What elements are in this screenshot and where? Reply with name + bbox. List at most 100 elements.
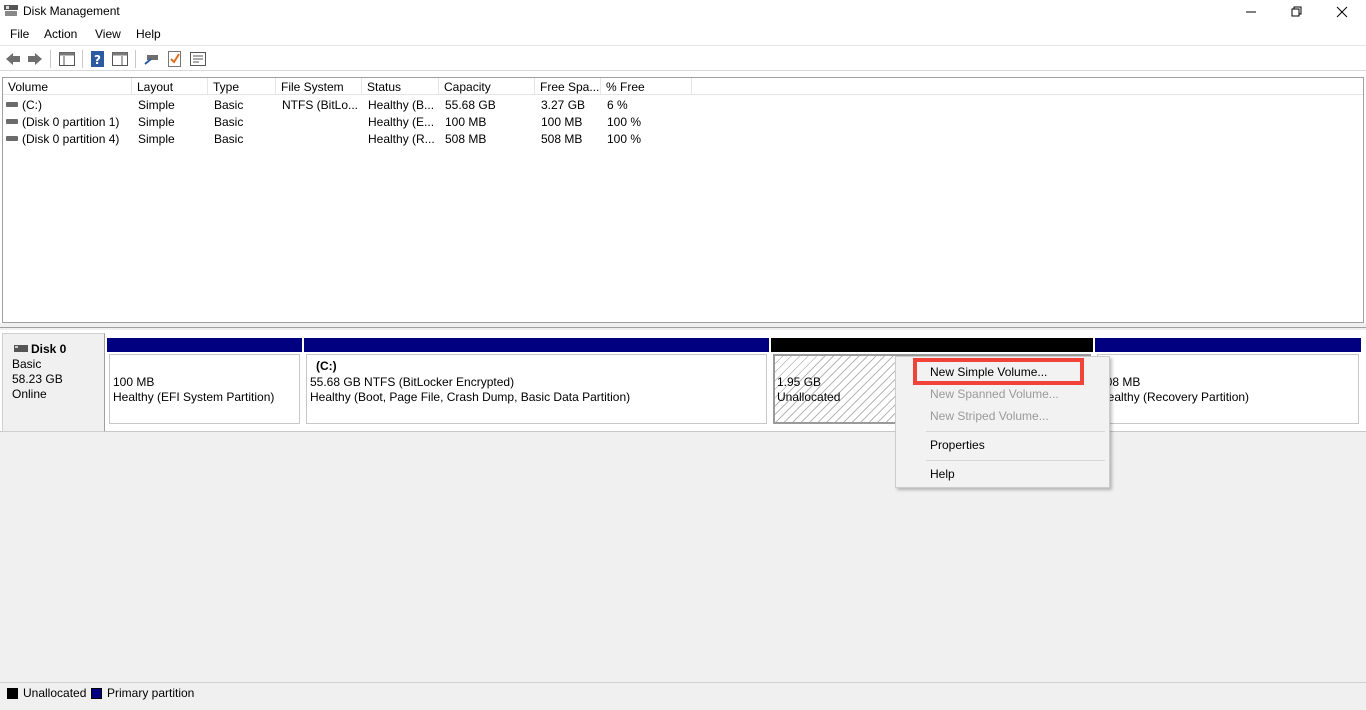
column-header-layout[interactable]: Layout xyxy=(132,78,208,95)
action-pane-icon xyxy=(112,52,128,66)
column-header-status[interactable]: Status xyxy=(362,78,439,95)
volume-status: Healthy (R... xyxy=(368,132,435,146)
unallocated-bar xyxy=(771,338,1093,352)
drive-icon xyxy=(6,119,18,124)
volume-percent-free: 100 % xyxy=(607,132,642,146)
help-button[interactable]: ? xyxy=(89,51,107,67)
forward-button[interactable] xyxy=(26,51,44,67)
volume-status: Healthy (B... xyxy=(368,98,435,112)
partition-status: Healthy (Recovery Partition) xyxy=(1099,390,1250,404)
volume-percent-free: 6 % xyxy=(607,98,628,112)
volume-capacity: 100 MB xyxy=(445,115,487,129)
menu-separator xyxy=(926,460,1105,461)
column-header-volume[interactable]: Volume xyxy=(3,78,132,95)
volume-type: Basic xyxy=(214,132,244,146)
disk-size: 58.23 GB xyxy=(12,372,63,386)
title-bar: Disk Management xyxy=(0,0,1366,24)
close-icon xyxy=(1336,6,1348,18)
connect-icon xyxy=(144,55,158,65)
restore-icon xyxy=(1291,6,1302,17)
legend-label-primary-partition: Primary partition xyxy=(107,686,195,700)
primary-partition-bar xyxy=(304,338,769,352)
disk-state: Online xyxy=(12,387,47,401)
column-header-capacity[interactable]: Capacity xyxy=(439,78,535,95)
volume-capacity: 508 MB xyxy=(445,132,487,146)
primary-partition-bar xyxy=(107,338,302,352)
volume-layout: Simple xyxy=(138,98,175,112)
volume-status: Healthy (E... xyxy=(368,115,435,129)
volume-row[interactable]: (Disk 0 partition 1) Simple Basic Health… xyxy=(3,113,1363,130)
menu-item-new-striped-volume[interactable]: New Striped Volume... xyxy=(930,409,1049,423)
legend: Unallocated Primary partition xyxy=(0,682,1366,703)
partition-recovery[interactable]: 508 MB Healthy (Recovery Partition) xyxy=(1095,338,1361,426)
volume-free-space: 100 MB xyxy=(541,115,583,129)
volume-file-system: NTFS (BitLo... xyxy=(282,98,359,112)
volume-free-space: 508 MB xyxy=(541,132,583,146)
partition-c-drive[interactable]: (C:) 55.68 GB NTFS (BitLocker Encrypted)… xyxy=(304,338,769,426)
back-button[interactable] xyxy=(4,51,22,67)
disk-0-label[interactable]: Disk 0 Basic 58.23 GB Online xyxy=(2,333,105,432)
partition-status: Healthy (EFI System Partition) xyxy=(113,390,275,404)
menu-file[interactable]: File xyxy=(10,27,29,41)
column-header-free-space[interactable]: Free Spa... xyxy=(535,78,601,95)
partition-efi[interactable]: 100 MB Healthy (EFI System Partition) xyxy=(107,338,302,426)
drive-icon xyxy=(6,136,18,141)
volume-list[interactable]: Volume Layout Type File System Status Ca… xyxy=(2,77,1364,323)
volume-layout: Simple xyxy=(138,132,175,146)
disk-management-app-icon xyxy=(4,5,18,16)
volume-name: (Disk 0 partition 4) xyxy=(22,132,120,146)
restore-button[interactable] xyxy=(1274,0,1320,24)
drive-icon xyxy=(6,102,18,107)
partition-size: 100 MB xyxy=(113,375,155,389)
disk-map: Disk 0 Basic 58.23 GB Online 100 MB Heal… xyxy=(0,328,1366,682)
toolbar-separator xyxy=(82,50,83,68)
highlight-box xyxy=(913,358,1084,385)
volume-type: Basic xyxy=(214,115,244,129)
partition-body xyxy=(1097,354,1359,424)
console-tree-button[interactable] xyxy=(58,51,76,67)
volume-list-header: Volume Layout Type File System Status Ca… xyxy=(3,78,1363,95)
menu-separator xyxy=(926,431,1105,432)
partition-status: Healthy (Boot, Page File, Crash Dump, Ba… xyxy=(310,390,631,404)
legend-swatch-primary-partition xyxy=(91,688,102,699)
minimize-button[interactable] xyxy=(1228,0,1274,24)
console-tree-icon xyxy=(59,52,75,66)
checklist-button[interactable] xyxy=(166,51,184,67)
column-header-file-system[interactable]: File System xyxy=(276,78,362,95)
partition-body xyxy=(109,354,300,424)
connect-button[interactable] xyxy=(143,51,161,67)
volume-percent-free: 100 % xyxy=(607,115,642,129)
properties-button[interactable] xyxy=(189,51,207,67)
action-pane-button[interactable] xyxy=(111,51,129,67)
volume-row[interactable]: (C:) Simple Basic NTFS (BitLo... Healthy… xyxy=(3,96,1363,113)
help-icon: ? xyxy=(91,51,104,67)
svg-text:?: ? xyxy=(94,53,101,67)
volume-row[interactable]: (Disk 0 partition 4) Simple Basic Health… xyxy=(3,130,1363,147)
partition-body xyxy=(306,354,767,424)
volume-free-space: 3.27 GB xyxy=(541,98,586,112)
minimize-icon xyxy=(1246,11,1256,13)
toolbar-separator xyxy=(135,50,136,68)
menu-item-new-spanned-volume[interactable]: New Spanned Volume... xyxy=(930,387,1059,401)
volume-capacity: 55.68 GB xyxy=(445,98,496,112)
partition-status: Unallocated xyxy=(777,390,841,404)
checklist-icon xyxy=(168,51,181,67)
window-title: Disk Management xyxy=(23,4,120,18)
column-header-percent-free[interactable]: % Free xyxy=(601,78,692,95)
menu-item-help[interactable]: Help xyxy=(930,467,955,481)
menu-view[interactable]: View xyxy=(95,27,121,41)
partition-title: (C:) xyxy=(316,359,337,373)
column-header-type[interactable]: Type xyxy=(208,78,276,95)
toolbar-separator xyxy=(50,50,51,68)
menu-help[interactable]: Help xyxy=(136,27,161,41)
legend-swatch-unallocated xyxy=(7,688,18,699)
partition-size: 1.95 GB xyxy=(777,375,822,389)
properties-icon xyxy=(190,52,206,66)
disk-name: Disk 0 xyxy=(31,342,67,356)
menu-bar: File Action View Help xyxy=(0,24,1366,45)
close-button[interactable] xyxy=(1319,0,1365,24)
volume-type: Basic xyxy=(214,98,244,112)
menu-action[interactable]: Action xyxy=(44,27,77,41)
status-bar xyxy=(0,703,1366,710)
menu-item-properties[interactable]: Properties xyxy=(930,438,985,452)
